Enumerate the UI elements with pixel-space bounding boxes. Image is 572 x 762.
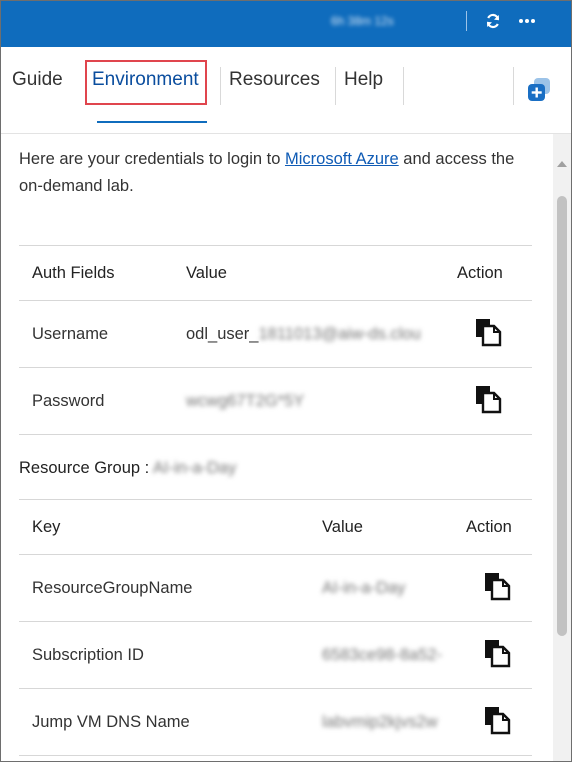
tab-separator — [403, 67, 404, 105]
table-row: Subscription ID 6583ce98-8a52- — [19, 621, 532, 689]
table-header-row: Auth Fields Value Action — [19, 245, 532, 301]
scrollbar[interactable] — [553, 134, 571, 761]
resource-group-table: Key Value Action ResourceGroupName AI-in… — [19, 499, 532, 756]
copy-subscription-id-button[interactable] — [483, 638, 511, 673]
tab-separator — [513, 67, 514, 105]
resource-group-label: Resource Group : — [19, 459, 153, 477]
column-header-action: Action — [444, 245, 532, 301]
lab-timer: 6h 38m 12s — [331, 14, 394, 28]
table-row: Jump VM DNS Name labvmip2kjvs2w — [19, 688, 532, 756]
more-options-button[interactable] — [515, 9, 539, 33]
copy-icon — [485, 572, 511, 600]
resource-group-name-label: ResourceGroupName — [19, 554, 309, 622]
copy-resource-group-name-button[interactable] — [483, 571, 511, 606]
column-header-action: Action — [453, 499, 532, 555]
password-action-cell — [444, 367, 532, 435]
column-header-key: Key — [19, 499, 309, 555]
copy-jump-vm-dns-button[interactable] — [483, 705, 511, 740]
resource-group-value: AI-in-a-Day — [152, 459, 237, 477]
more-icon — [519, 19, 535, 23]
username-label: Username — [19, 300, 173, 368]
tab-environment[interactable]: Environment — [92, 69, 199, 91]
password-label: Password — [19, 367, 173, 435]
copy-icon — [476, 385, 502, 413]
password-value: wcwg67T2G*5Y — [173, 367, 444, 435]
column-header-value: Value — [309, 499, 453, 555]
jump-vm-dns-label: Jump VM DNS Name — [19, 688, 309, 756]
intro-text: Here are your credentials to login to Mi… — [19, 146, 539, 200]
jump-vm-dns-value: labvmip2kjvs2w — [309, 688, 453, 756]
tab-separator — [220, 67, 221, 105]
refresh-button[interactable] — [481, 9, 505, 33]
table-row: ResourceGroupName AI-in-a-Day — [19, 554, 532, 622]
tab-resources[interactable]: Resources — [229, 69, 320, 91]
column-header-auth-fields: Auth Fields — [19, 245, 173, 301]
environment-content: Here are your credentials to login to Mi… — [1, 134, 553, 761]
scrollbar-thumb[interactable] — [557, 196, 567, 636]
top-bar: 6h 38m 12s — [1, 1, 571, 47]
add-panel-icon — [528, 78, 550, 101]
lab-panel: 6h 38m 12s Guide Environment Resources H… — [0, 0, 572, 762]
table-row: Password wcwg67T2G*5Y — [19, 367, 532, 435]
table-header-row: Key Value Action — [19, 499, 532, 555]
copy-password-button[interactable] — [474, 384, 502, 419]
intro-text-start: Here are your credentials to login to — [19, 150, 285, 168]
password-hidden: wcwg67T2G*5Y — [186, 391, 305, 410]
jump-vm-dns-action-cell — [453, 688, 532, 756]
username-value: odl_user_1811013@aiw-ds.clou — [173, 300, 444, 368]
tab-help[interactable]: Help — [344, 69, 383, 91]
resource-group-title: Resource Group : AI-in-a-Day — [19, 459, 236, 478]
table-row: Username odl_user_1811013@aiw-ds.clou — [19, 300, 532, 368]
username-prefix: odl_user_ — [186, 324, 259, 343]
resource-group-name-value: AI-in-a-Day — [309, 554, 453, 622]
microsoft-azure-link[interactable]: Microsoft Azure — [285, 150, 399, 168]
resource-group-name-action-cell — [453, 554, 532, 622]
username-hidden-part: 1811013@aiw-ds.clou — [258, 324, 421, 343]
subscription-id-action-cell — [453, 621, 532, 689]
jump-vm-dns-hidden: labvmip2kjvs2w — [322, 712, 438, 731]
scroll-up-arrow-icon[interactable] — [557, 161, 567, 167]
copy-username-button[interactable] — [474, 317, 502, 352]
topbar-divider — [466, 11, 467, 31]
subscription-id-hidden: 6583ce98-8a52- — [322, 645, 443, 664]
tab-bar: Guide Environment Resources Help — [1, 47, 571, 134]
copy-icon — [485, 706, 511, 734]
column-header-value: Value — [173, 245, 444, 301]
resource-group-name-hidden: AI-in-a-Day — [322, 578, 406, 597]
tab-separator — [335, 67, 336, 105]
subscription-id-label: Subscription ID — [19, 621, 309, 689]
copy-icon — [485, 639, 511, 667]
copy-icon — [476, 318, 502, 346]
username-action-cell — [444, 300, 532, 368]
active-tab-underline — [97, 121, 207, 123]
add-panel-button[interactable] — [525, 76, 553, 104]
refresh-icon — [486, 13, 500, 29]
tab-guide[interactable]: Guide — [12, 69, 63, 91]
subscription-id-value: 6583ce98-8a52- — [309, 621, 453, 689]
credentials-table: Auth Fields Value Action Username odl_us… — [19, 245, 532, 435]
